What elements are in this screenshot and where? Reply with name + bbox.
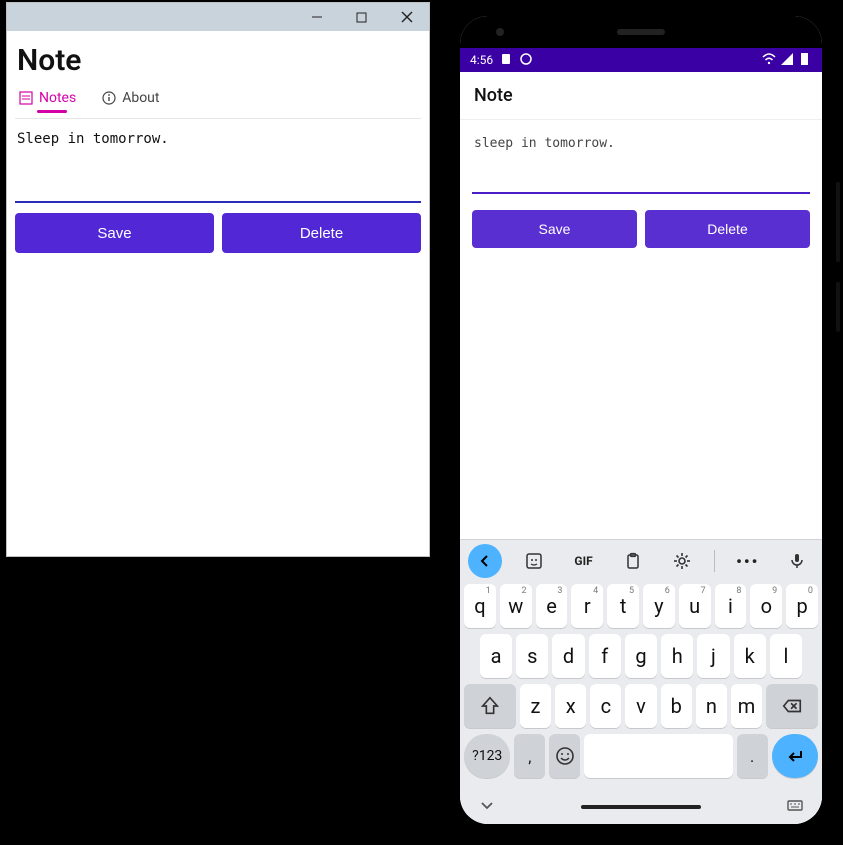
keyboard-toolbar: GIF ••• xyxy=(460,540,822,582)
status-bar: 4:56 xyxy=(460,48,822,72)
period-key[interactable]: . xyxy=(737,734,768,778)
key-o[interactable]: o9 xyxy=(750,584,782,628)
key-m[interactable]: m xyxy=(731,684,762,728)
keyboard: GIF ••• q1w2e3r4t5y6u7i8o9p0 asdfghjkl xyxy=(460,539,822,824)
chevron-left-icon[interactable] xyxy=(468,544,502,578)
key-h[interactable]: h xyxy=(661,634,693,678)
key-k[interactable]: k xyxy=(734,634,766,678)
keyboard-row-2: asdfghjkl xyxy=(464,634,818,678)
phone-screen: 4:56 Note Save Delete xyxy=(460,16,822,824)
tab-notes[interactable]: Notes xyxy=(19,90,76,112)
tab-label: About xyxy=(122,90,159,106)
phone-frame: 4:56 Note Save Delete xyxy=(446,2,836,838)
key-y[interactable]: y6 xyxy=(643,584,675,628)
more-icon[interactable]: ••• xyxy=(731,544,765,578)
emoji-key[interactable] xyxy=(549,734,580,778)
signal-icon xyxy=(780,52,794,69)
battery-icon xyxy=(798,52,812,69)
note-input[interactable] xyxy=(472,130,810,194)
key-s[interactable]: s xyxy=(516,634,548,678)
window-titlebar[interactable] xyxy=(7,3,429,31)
key-n[interactable]: n xyxy=(696,684,727,728)
key-j[interactable]: j xyxy=(697,634,729,678)
key-r[interactable]: r4 xyxy=(571,584,603,628)
key-d[interactable]: d xyxy=(552,634,584,678)
key-z[interactable]: z xyxy=(520,684,551,728)
key-x[interactable]: x xyxy=(555,684,586,728)
page-title: Note xyxy=(15,41,421,90)
note-input[interactable] xyxy=(15,125,421,203)
close-button[interactable] xyxy=(384,3,429,31)
key-v[interactable]: v xyxy=(625,684,656,728)
phone-notch xyxy=(460,16,822,48)
status-time: 4:56 xyxy=(470,53,493,67)
wifi-icon xyxy=(762,52,776,69)
delete-button[interactable]: Delete xyxy=(645,210,810,248)
key-l[interactable]: l xyxy=(770,634,802,678)
save-button[interactable]: Save xyxy=(472,210,637,248)
key-f[interactable]: f xyxy=(589,634,621,678)
nav-home-pill[interactable] xyxy=(581,805,701,809)
key-e[interactable]: e3 xyxy=(536,584,568,628)
tabs: Notes About xyxy=(15,90,421,119)
face-icon xyxy=(519,52,533,69)
space-key[interactable] xyxy=(584,734,732,778)
sim-icon xyxy=(499,52,513,69)
key-q[interactable]: q1 xyxy=(464,584,496,628)
clipboard-icon[interactable] xyxy=(616,544,650,578)
key-i[interactable]: i8 xyxy=(715,584,747,628)
keyboard-row-1: q1w2e3r4t5y6u7i8o9p0 xyxy=(464,584,818,628)
nav-chevron-down-icon[interactable] xyxy=(478,796,496,818)
tab-label: Notes xyxy=(39,90,76,106)
keyboard-switch-icon[interactable] xyxy=(786,796,804,818)
maximize-button[interactable] xyxy=(339,3,384,31)
about-icon xyxy=(102,91,116,105)
key-u[interactable]: u7 xyxy=(679,584,711,628)
key-g[interactable]: g xyxy=(625,634,657,678)
comma-key[interactable]: , xyxy=(514,734,545,778)
key-c[interactable]: c xyxy=(590,684,621,728)
save-button[interactable]: Save xyxy=(15,213,214,253)
mic-icon[interactable] xyxy=(780,544,814,578)
gear-icon[interactable] xyxy=(665,544,699,578)
desktop-window: Note Notes About Save Delete xyxy=(6,2,430,557)
delete-button[interactable]: Delete xyxy=(222,213,421,253)
nav-bar xyxy=(460,790,822,824)
backspace-key[interactable] xyxy=(766,684,818,728)
shift-key[interactable] xyxy=(464,684,516,728)
app-bar: Note xyxy=(460,72,822,120)
keyboard-row-4: ?123 , . xyxy=(464,734,818,778)
gif-icon[interactable]: GIF xyxy=(567,544,601,578)
notes-icon xyxy=(19,91,33,105)
key-t[interactable]: t5 xyxy=(607,584,639,628)
appbar-title: Note xyxy=(474,85,513,106)
key-a[interactable]: a xyxy=(480,634,512,678)
sticker-icon[interactable] xyxy=(517,544,551,578)
minimize-button[interactable] xyxy=(294,3,339,31)
keyboard-row-3: zxcvbnm xyxy=(464,684,818,728)
key-w[interactable]: w2 xyxy=(500,584,532,628)
symbols-key[interactable]: ?123 xyxy=(464,734,510,778)
key-b[interactable]: b xyxy=(661,684,692,728)
enter-key[interactable] xyxy=(772,734,818,778)
tab-about[interactable]: About xyxy=(102,90,159,112)
key-p[interactable]: p0 xyxy=(786,584,818,628)
